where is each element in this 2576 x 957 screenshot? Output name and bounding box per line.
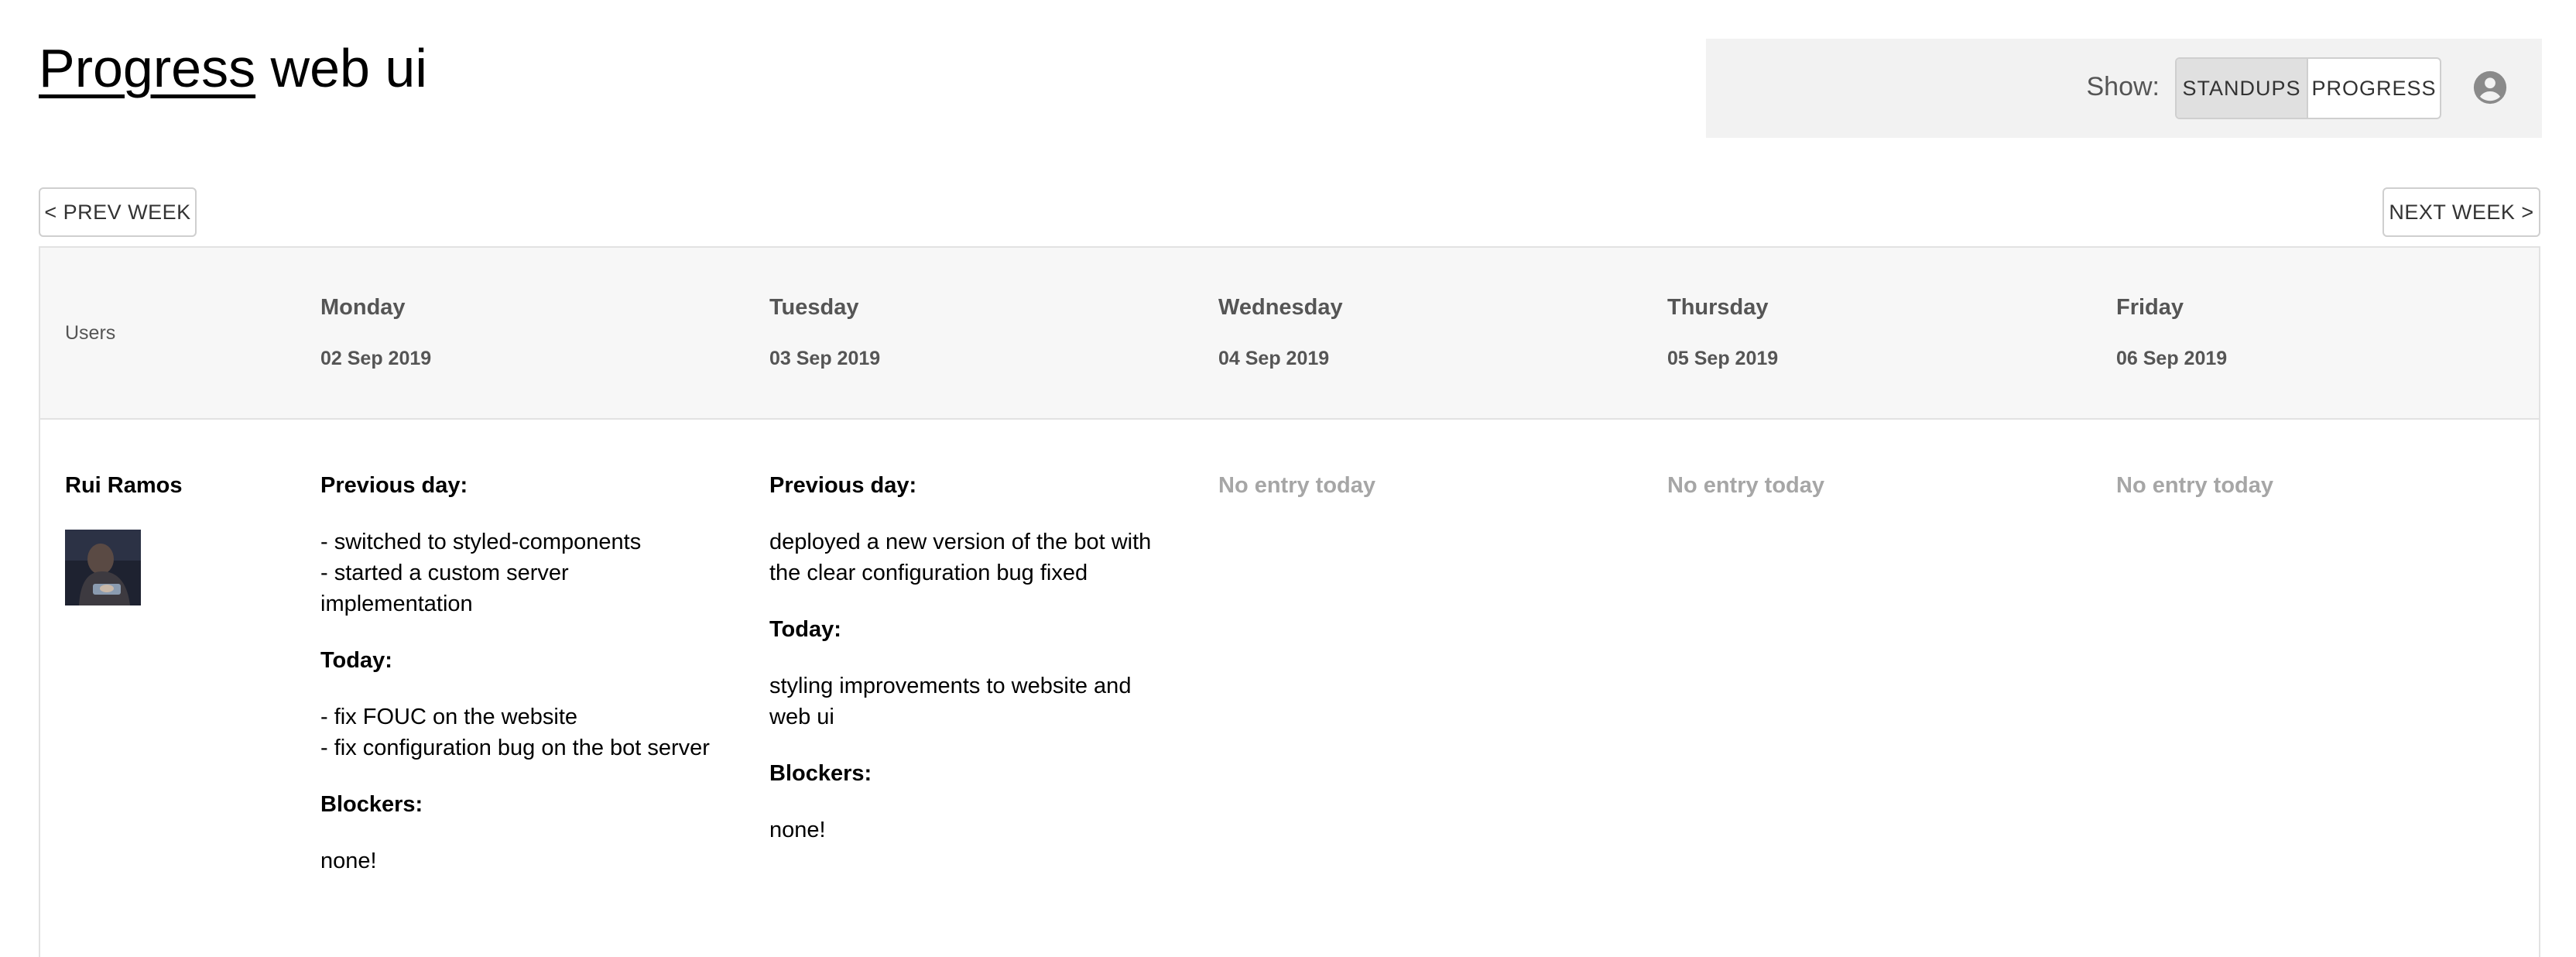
blockers-label: Blockers: xyxy=(769,761,872,786)
day-date: 02 Sep 2019 xyxy=(320,348,432,369)
view-toggle-group: STANDUPS PROGRESS xyxy=(2175,57,2441,119)
previous-day-text: - switched to styled-components - starte… xyxy=(320,530,642,616)
standup-entry-tuesday: Previous day: deployed a new version of … xyxy=(769,472,1156,873)
previous-day-label: Previous day: xyxy=(769,473,917,498)
next-week-button[interactable]: NEXT WEEK > xyxy=(2382,187,2540,237)
avatar-image xyxy=(65,530,141,605)
table-header-row: Users Monday 02 Sep 2019 Tuesday 03 Sep … xyxy=(40,248,2539,420)
day-header-tuesday: Tuesday 03 Sep 2019 xyxy=(769,294,1203,370)
no-entry-friday: No entry today xyxy=(2116,473,2274,498)
day-date: 03 Sep 2019 xyxy=(769,348,881,369)
day-name: Monday xyxy=(320,295,406,320)
page-title-rest: web ui xyxy=(255,38,427,98)
day-header-friday: Friday 06 Sep 2019 xyxy=(2116,294,2550,370)
day-name: Friday xyxy=(2116,295,2184,320)
day-name: Tuesday xyxy=(769,295,859,320)
account-circle-icon[interactable] xyxy=(2472,70,2508,105)
today-text: styling improvements to website and web … xyxy=(769,674,1132,729)
page-title: Progress web ui xyxy=(39,36,427,101)
prev-week-button[interactable]: < PREV WEEK xyxy=(39,187,197,237)
avatar xyxy=(65,530,141,605)
user-name: Rui Ramos xyxy=(65,473,183,498)
day-header-monday: Monday 02 Sep 2019 xyxy=(320,294,754,370)
no-entry-wednesday: No entry today xyxy=(1218,473,1376,498)
today-label: Today: xyxy=(769,617,841,642)
standups-toggle-button[interactable]: STANDUPS xyxy=(2177,59,2308,118)
day-header-thursday: Thursday 05 Sep 2019 xyxy=(1667,294,2101,370)
progress-toggle-button[interactable]: PROGRESS xyxy=(2308,59,2440,118)
blockers-text: none! xyxy=(320,849,377,873)
today-label: Today: xyxy=(320,648,392,673)
standup-entry-monday: Previous day: - switched to styled-compo… xyxy=(320,472,723,904)
logo-link[interactable]: Progress xyxy=(39,38,255,98)
day-date: 04 Sep 2019 xyxy=(1218,348,1330,369)
no-entry-thursday: No entry today xyxy=(1667,473,1825,498)
standup-table: Users Monday 02 Sep 2019 Tuesday 03 Sep … xyxy=(39,246,2540,957)
blockers-text: none! xyxy=(769,818,826,842)
day-name: Wednesday xyxy=(1218,295,1343,320)
day-date: 05 Sep 2019 xyxy=(1667,348,1779,369)
users-column-header: Users xyxy=(65,322,116,344)
day-date: 06 Sep 2019 xyxy=(2116,348,2228,369)
show-label: Show: xyxy=(2086,72,2160,101)
previous-day-label: Previous day: xyxy=(320,473,468,498)
view-switcher-panel: Show: STANDUPS PROGRESS xyxy=(1706,39,2542,138)
today-text: - fix FOUC on the website - fix configur… xyxy=(320,705,710,760)
previous-day-text: deployed a new version of the bot with t… xyxy=(769,530,1152,585)
day-header-wednesday: Wednesday 04 Sep 2019 xyxy=(1218,294,1652,370)
blockers-label: Blockers: xyxy=(320,792,423,817)
day-name: Thursday xyxy=(1667,295,1769,320)
